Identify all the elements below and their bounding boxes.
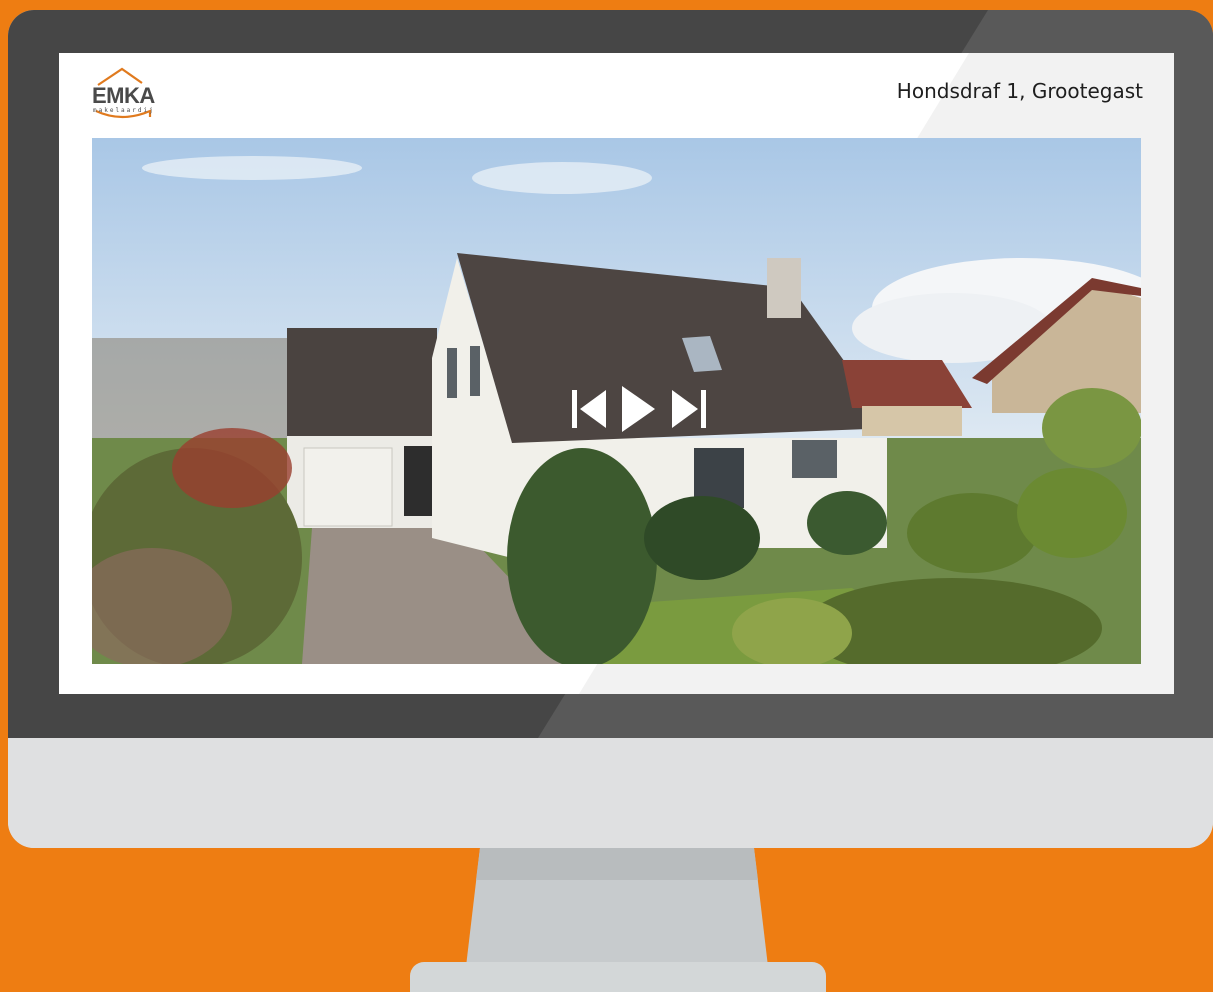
- skip-next-icon[interactable]: [670, 389, 706, 429]
- monitor-chin: [8, 738, 1213, 848]
- monitor-base: [410, 962, 826, 992]
- screen: EMKA makelaardij Hondsdraf 1, Grootegast: [59, 53, 1174, 694]
- property-photo: [92, 138, 1141, 664]
- monitor: EMKA makelaardij Hondsdraf 1, Grootegast: [8, 10, 1213, 848]
- emka-logo: EMKA makelaardij: [92, 67, 162, 123]
- play-icon[interactable]: [622, 386, 656, 432]
- slideshow-controls: [572, 379, 732, 439]
- logo-subtitle: makelaardij: [93, 107, 155, 114]
- skip-previous-icon[interactable]: [572, 389, 608, 429]
- logo-wordmark: EMKA: [92, 83, 155, 108]
- monitor-stand-shadow: [476, 848, 758, 880]
- listing-address: Hondsdraf 1, Grootegast: [896, 79, 1143, 103]
